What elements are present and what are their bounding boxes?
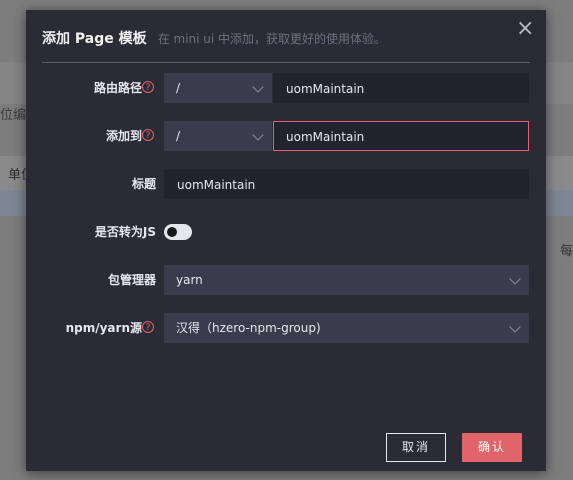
close-icon[interactable]: × <box>516 18 534 40</box>
dialog-header: 添加 Page 模板 在 mini ui 中添加，获取更好的使用体验。 <box>42 28 506 50</box>
chevron-down-icon <box>252 81 264 93</box>
registry-select[interactable]: 汉得（hzero-npm-group) <box>164 313 529 343</box>
chevron-down-icon <box>509 321 521 333</box>
chevron-down-icon <box>509 273 521 285</box>
chevron-down-icon <box>252 129 264 141</box>
header-divider <box>42 62 530 63</box>
registry-value: 汉得（hzero-npm-group) <box>176 321 321 335</box>
route-path-label: 路由路径 <box>93 81 142 95</box>
toggle-knob <box>167 227 177 237</box>
route-path-prefix-value: / <box>176 81 181 95</box>
convert-js-toggle[interactable] <box>164 224 192 240</box>
dialog-title: 添加 Page 模板 <box>42 31 147 47</box>
package-manager-label: 包管理器 <box>107 273 156 287</box>
title-input[interactable]: uomMaintain <box>164 169 529 199</box>
route-path-input[interactable]: uomMaintain <box>273 73 529 103</box>
package-manager-row: 包管理器 yarn <box>26 265 546 295</box>
dialog-subtitle: 在 mini ui 中添加，获取更好的使用体验。 <box>157 32 387 46</box>
add-to-label: 添加到 <box>105 129 142 143</box>
add-to-row: 添加到 ? / uomMaintain <box>26 121 546 151</box>
title-label: 标题 <box>131 177 156 191</box>
add-page-template-dialog: 添加 Page 模板 在 mini ui 中添加，获取更好的使用体验。 × 路由… <box>26 10 546 471</box>
add-to-prefix-value: / <box>176 129 181 143</box>
confirm-button[interactable]: 确认 <box>462 433 522 462</box>
package-manager-value: yarn <box>176 273 203 287</box>
convert-js-label: 是否转为JS <box>94 225 156 239</box>
help-icon[interactable]: ? <box>142 81 154 93</box>
registry-row: npm/yarn源 ? 汉得（hzero-npm-group) <box>26 313 546 343</box>
registry-label: npm/yarn源 <box>65 321 142 335</box>
package-manager-select[interactable]: yarn <box>164 265 529 295</box>
route-path-prefix-select[interactable]: / <box>164 73 272 103</box>
convert-js-row: 是否转为JS <box>26 217 546 247</box>
cancel-button[interactable]: 取消 <box>386 433 446 462</box>
help-icon[interactable]: ? <box>142 129 154 141</box>
help-icon[interactable]: ? <box>142 321 154 333</box>
add-to-prefix-select[interactable]: / <box>164 121 272 151</box>
add-to-input[interactable]: uomMaintain <box>273 121 529 151</box>
background-right-text: 每 <box>559 244 573 259</box>
title-row: 标题 uomMaintain <box>26 169 546 199</box>
route-path-row: 路由路径 ? / uomMaintain <box>26 73 546 103</box>
